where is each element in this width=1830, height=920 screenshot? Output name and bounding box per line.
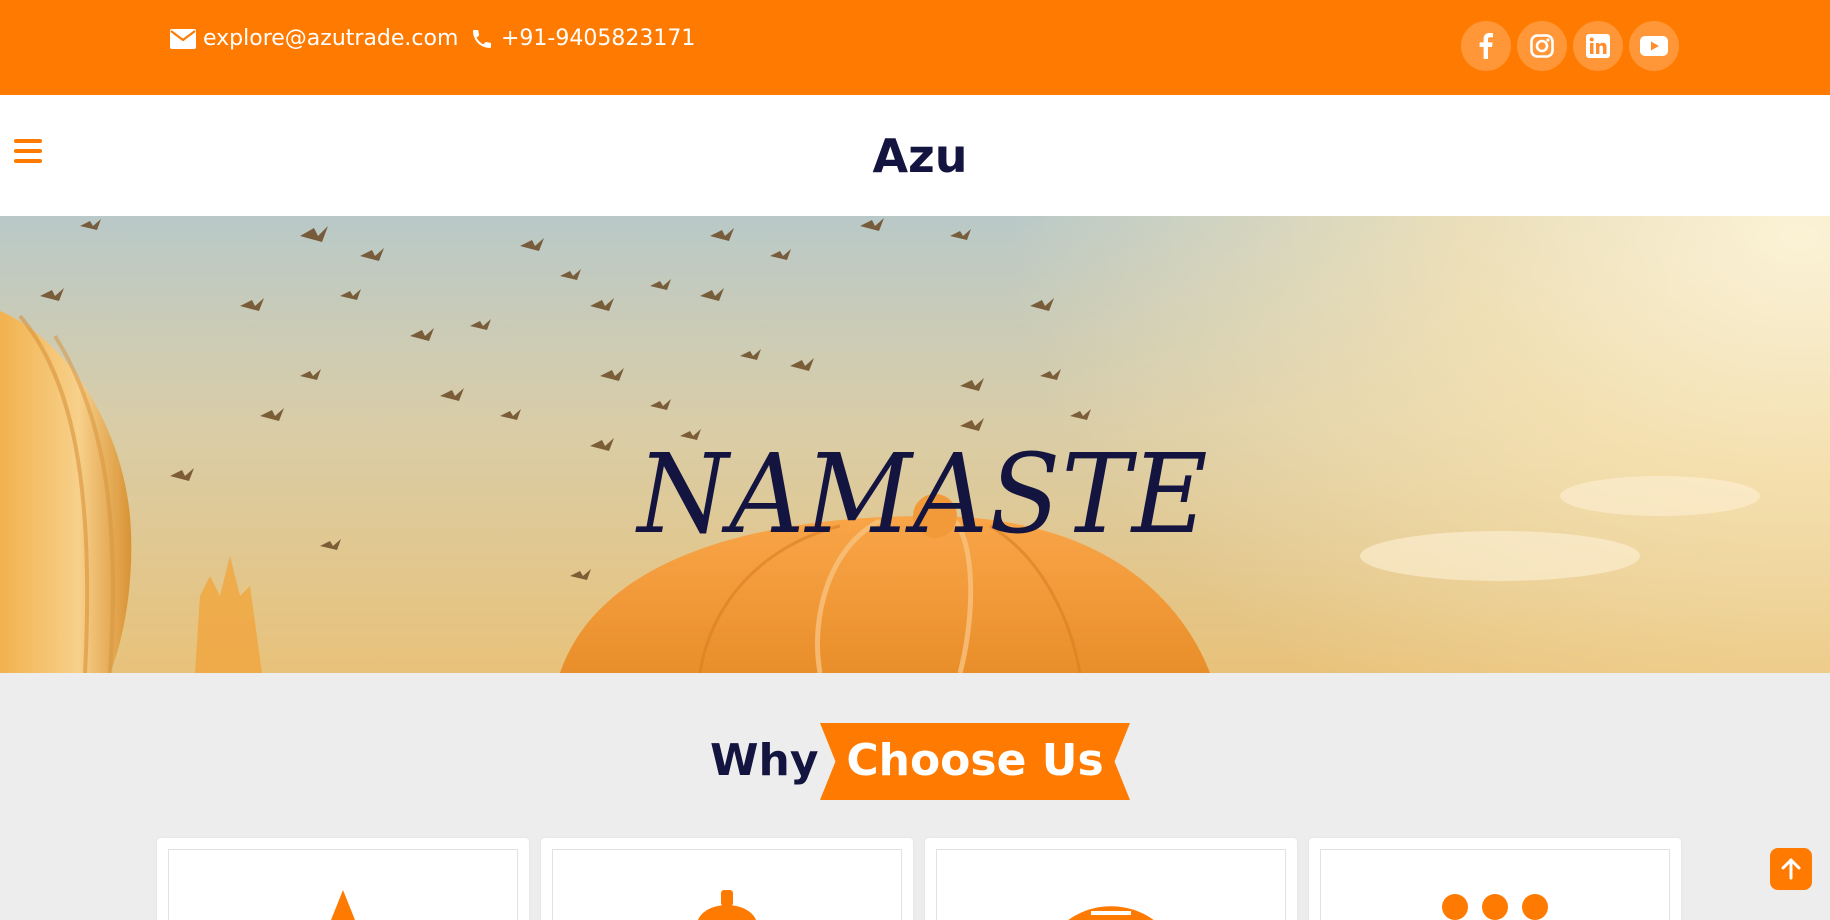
feature-card-inner — [1320, 849, 1670, 920]
youtube-icon — [1640, 36, 1668, 56]
facebook-icon — [1479, 33, 1493, 59]
main-navbar: Azu — [0, 95, 1830, 216]
delivery-icon — [1068, 906, 1154, 920]
heading-accent-text: Choose Us — [846, 735, 1104, 786]
feature-card — [157, 838, 529, 920]
youtube-link[interactable] — [1629, 21, 1679, 71]
instagram-icon — [1530, 34, 1554, 58]
linkedin-icon — [1586, 34, 1610, 58]
envelope-icon — [170, 28, 196, 49]
site-logo[interactable]: Azu — [0, 129, 1830, 183]
team-icon — [1442, 894, 1548, 920]
facebook-link[interactable] — [1461, 21, 1511, 71]
phone-text: +91-9405823171 — [501, 26, 696, 51]
contact-phone[interactable]: +91-9405823171 — [470, 26, 695, 51]
feature-cards — [157, 838, 1681, 920]
feature-card-inner — [936, 849, 1286, 920]
social-links — [1461, 21, 1679, 71]
feature-card — [541, 838, 913, 920]
contact-email[interactable]: explore@azutrade.com — [170, 26, 458, 51]
heading-plain-text: Why — [710, 735, 819, 786]
feature-card-inner — [168, 849, 518, 920]
instagram-link[interactable] — [1517, 21, 1567, 71]
top-bar: explore@azutrade.com +91-9405823171 — [0, 0, 1830, 95]
price-icon — [697, 890, 757, 920]
hero-banner: NAMASTE — [0, 216, 1830, 673]
phone-icon — [473, 29, 491, 48]
arrow-up-icon — [1781, 858, 1801, 880]
hero-title: NAMASTE — [637, 429, 1209, 559]
back-to-top-button[interactable] — [1770, 848, 1812, 890]
feature-card-inner — [552, 849, 902, 920]
feature-card — [1309, 838, 1681, 920]
linkedin-link[interactable] — [1573, 21, 1623, 71]
email-text: explore@azutrade.com — [203, 26, 459, 51]
quality-icon — [331, 890, 355, 920]
why-choose-us-heading: Why Choose Us — [0, 723, 1830, 803]
feature-card — [925, 838, 1297, 920]
